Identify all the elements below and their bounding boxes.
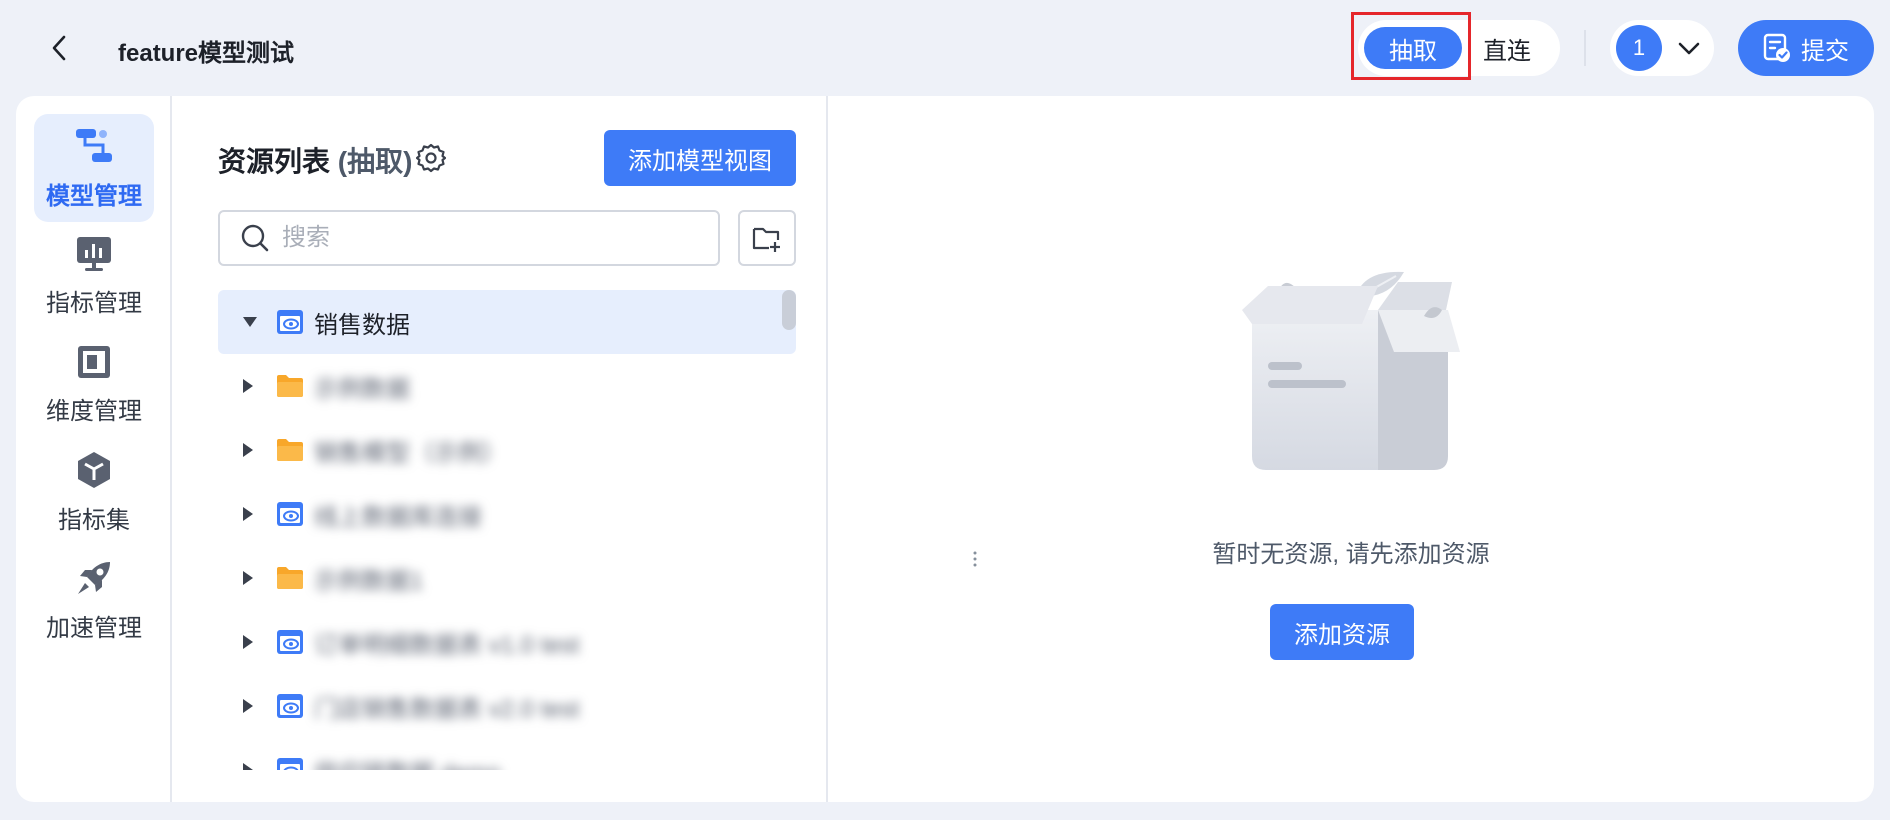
gear-icon[interactable] [416,143,446,173]
nav-label: 维度管理 [46,397,142,425]
tree-row[interactable]: 订单明细数据表 v1.0 test [218,610,796,674]
tree-row[interactable]: 示例数据 [218,354,796,418]
data-view-icon [277,694,303,718]
resource-panel: 资源列表 (抽取) 添加模型视图 搜索 销售数据 示例数据 销售模型（示例） 线… [172,96,977,802]
nav-label: 指标管理 [46,289,142,317]
nav-label: 模型管理 [46,182,142,210]
nav-item-model[interactable]: 模型管理 [34,114,154,222]
rocket-icon [78,561,110,594]
mode-switch: 抽取 直连 [1358,20,1560,76]
resource-tree: 销售数据 示例数据 销售模型（示例） 线上数据库连接 示例数据1 订单明细数据表… [218,290,798,770]
model-icon [76,128,112,162]
folder-icon [277,439,303,461]
empty-state: 暂时无资源, 请先添加资源 添加资源 [828,96,1874,802]
tree-node-label: 供应链数据 demo [314,753,501,771]
tree-node-label: 示例数据1 [314,567,424,595]
caret-right-icon [243,571,253,585]
folder-icon [277,375,303,397]
search-box [218,210,720,266]
data-view-icon [277,502,303,526]
empty-box-illustration [1242,271,1460,470]
caret-right-icon [243,699,253,713]
add-model-view-button[interactable]: 添加模型视图 [604,130,796,186]
nav-item-metric-set[interactable]: 指标集 [34,438,154,546]
chevron-left-icon [52,35,66,61]
search-icon [241,224,269,252]
tree-row[interactable]: 销售模型（示例） [218,418,796,482]
metric-icon [77,236,111,271]
tree-row[interactable]: 供应链数据 demo [218,738,796,770]
add-resource-button[interactable]: 添加资源 [1270,604,1414,660]
extract-mode-button[interactable]: 抽取 [1364,27,1462,69]
nav-item-metric[interactable]: 指标管理 [34,222,154,330]
resource-title-mode: (抽取) [337,146,413,177]
divider [1584,30,1586,66]
dimension-icon [78,345,110,378]
caret-right-icon [243,379,253,393]
tree-node-label: 订单明细数据表 v1.0 test [314,631,580,659]
tree-node-label: 门店销售数据表 v2.0 test [314,695,580,723]
cube-icon [78,451,110,488]
new-folder-button[interactable] [738,210,796,266]
tree-scrollbar[interactable] [782,290,796,330]
nav-item-dimension[interactable]: 维度管理 [34,330,154,438]
side-nav: 模型管理 指标管理 维度管理 指标集 加速管理 [16,96,172,802]
main-card: 模型管理 指标管理 维度管理 指标集 加速管理 资源列表 (抽取) 添加模型视图… [16,96,1874,802]
nav-label: 指标集 [58,506,130,534]
tree-node-label: 示例数据 [314,375,410,403]
chevron-down-icon [1678,42,1700,55]
folder-icon [277,567,303,589]
tree-node-label: 销售数据 [314,311,410,339]
submit-doc-icon [1763,33,1790,62]
top-bar: feature模型测试 抽取 直连 1 提交 [0,0,1890,96]
page-title: feature模型测试 [118,40,295,67]
data-view-icon [277,310,303,334]
data-view-icon [277,758,303,770]
data-view-icon [277,630,303,654]
nav-item-acceleration[interactable]: 加速管理 [34,546,154,654]
caret-down-icon [243,317,257,327]
caret-right-icon [243,635,253,649]
version-select[interactable]: 1 [1610,20,1714,76]
tree-node-label: 线上数据库连接 [314,503,482,531]
search-input[interactable] [282,224,682,252]
direct-mode-button[interactable]: 直连 [1462,27,1552,69]
tree-row[interactable]: 示例数据1 [218,546,796,610]
caret-right-icon [243,507,253,521]
tree-row[interactable]: 线上数据库连接 [218,482,796,546]
caret-right-icon [243,443,253,457]
submit-label: 提交 [1801,37,1849,65]
resource-title-text: 资源列表 [218,146,331,177]
folder-add-icon [752,227,780,252]
tree-row[interactable]: 门店销售数据表 v2.0 test [218,674,796,738]
back-button[interactable] [44,30,74,66]
empty-message: 暂时无资源, 请先添加资源 [1212,541,1490,568]
tree-row[interactable]: 销售数据 [218,290,796,354]
version-badge: 1 [1616,25,1662,71]
caret-right-icon [243,763,253,770]
tree-node-label: 销售模型（示例） [314,439,506,467]
resource-list-title: 资源列表 (抽取) [218,140,412,180]
submit-button[interactable]: 提交 [1738,20,1874,76]
nav-label: 加速管理 [46,614,142,642]
